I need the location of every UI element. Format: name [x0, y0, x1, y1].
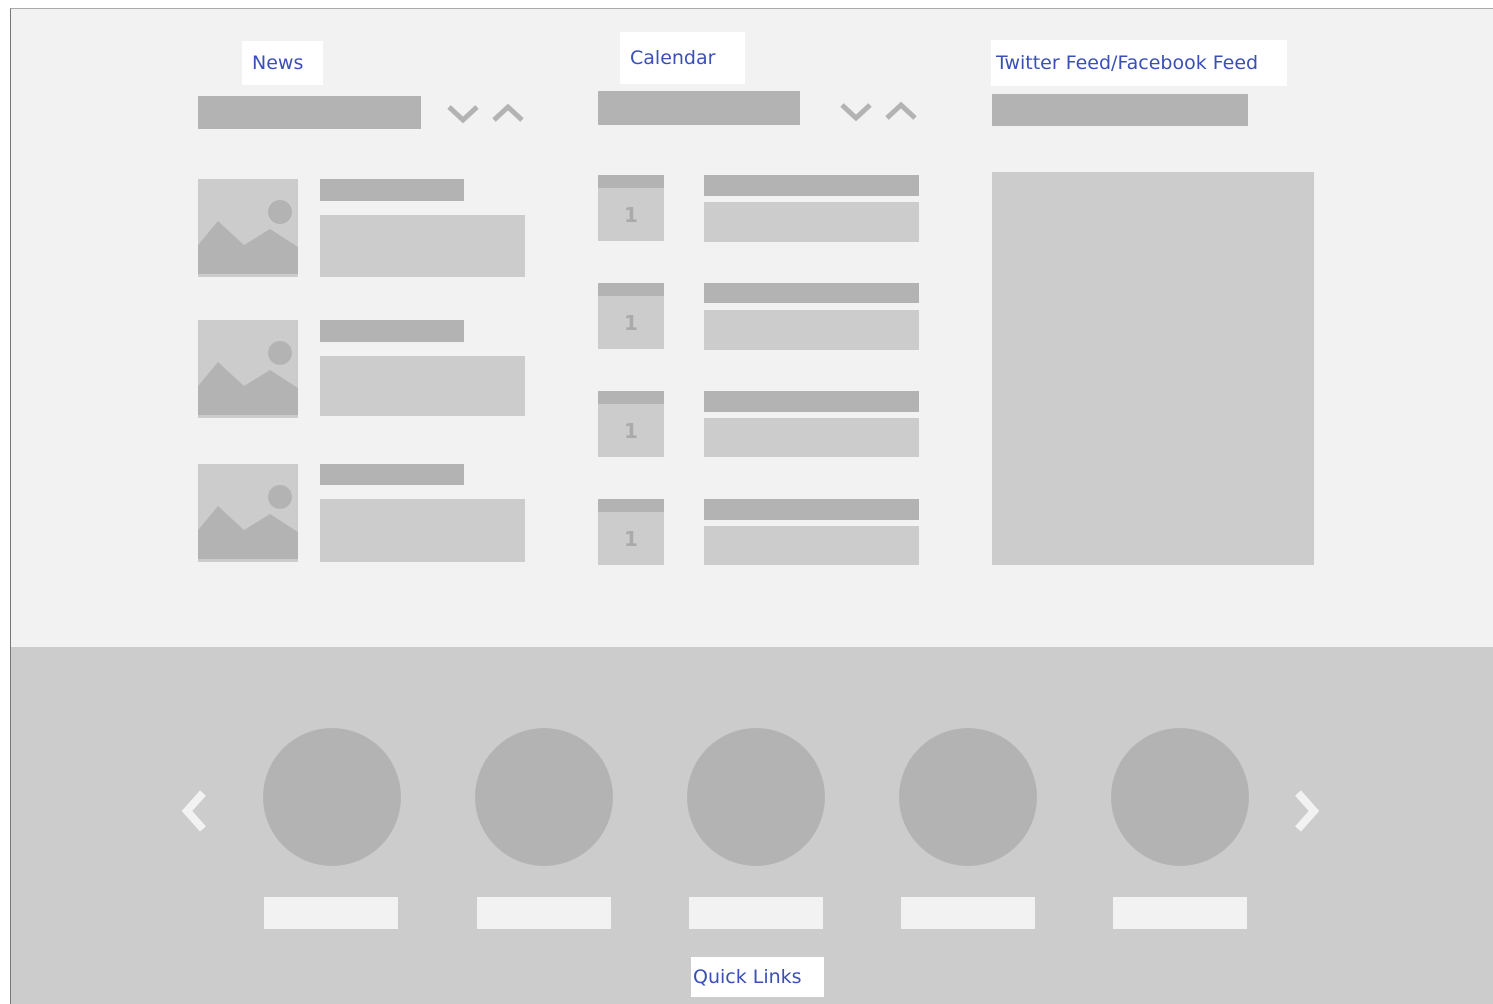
- calendar-day-number: 1: [624, 202, 638, 227]
- calendar-heading: Calendar: [620, 32, 745, 84]
- chevron-up-icon[interactable]: [490, 101, 526, 125]
- calendar-filter-bar[interactable]: [598, 91, 800, 125]
- news-item-summary: [320, 356, 525, 416]
- quick-link-icon[interactable]: [475, 728, 613, 866]
- calendar-day-number: 1: [624, 310, 638, 335]
- news-item-summary: [320, 499, 525, 562]
- image-placeholder-icon: [198, 320, 298, 418]
- event-details: [704, 310, 919, 350]
- social-feed-heading: Twitter Feed/Facebook Feed: [991, 40, 1287, 86]
- quick-link-label[interactable]: [264, 897, 398, 929]
- news-heading: News: [242, 41, 323, 85]
- image-placeholder-icon: [198, 464, 298, 562]
- calendar-day-number: 1: [624, 418, 638, 443]
- news-item-summary: [320, 215, 525, 277]
- quick-links-heading: Quick Links: [691, 957, 824, 997]
- content-area: News Calendar 1 1 1 1 Twitter Feed/Faceb…: [11, 9, 1493, 647]
- quick-link-label[interactable]: [477, 897, 611, 929]
- wireframe-page: News Calendar 1 1 1 1 Twitter Feed/Faceb…: [10, 8, 1493, 1004]
- quick-links-heading-text: Quick Links: [693, 965, 802, 988]
- calendar-icon-header: [598, 499, 664, 512]
- quick-link-icon[interactable]: [263, 728, 401, 866]
- news-filter-bar[interactable]: [198, 96, 421, 129]
- event-title[interactable]: [704, 175, 919, 196]
- calendar-icon-header: [598, 391, 664, 404]
- calendar-icon: 1: [598, 499, 664, 565]
- calendar-day-number: 1: [624, 526, 638, 551]
- social-feed-heading-text: Twitter Feed/Facebook Feed: [996, 51, 1259, 74]
- news-heading-text: News: [252, 51, 304, 74]
- calendar-icon-header: [598, 283, 664, 296]
- social-feed-panel[interactable]: [992, 172, 1314, 565]
- chevron-down-icon[interactable]: [838, 99, 874, 123]
- calendar-icon-header: [598, 175, 664, 188]
- event-title[interactable]: [704, 283, 919, 303]
- quick-link-label[interactable]: [901, 897, 1035, 929]
- chevron-down-icon[interactable]: [445, 101, 481, 125]
- news-item-title[interactable]: [320, 179, 464, 201]
- event-details: [704, 418, 919, 457]
- news-item-title[interactable]: [320, 464, 464, 485]
- quick-link-icon[interactable]: [899, 728, 1037, 866]
- event-details: [704, 202, 919, 242]
- quick-link-icon[interactable]: [687, 728, 825, 866]
- news-item-title[interactable]: [320, 320, 464, 342]
- quick-link-icon[interactable]: [1111, 728, 1249, 866]
- chevron-left-icon[interactable]: [176, 787, 212, 835]
- calendar-heading-text: Calendar: [630, 46, 716, 69]
- calendar-icon: 1: [598, 391, 664, 457]
- social-feed-filter-bar[interactable]: [992, 94, 1248, 126]
- quick-links-section: Quick Links: [11, 647, 1493, 1004]
- event-details: [704, 526, 919, 565]
- chevron-up-icon[interactable]: [883, 99, 919, 123]
- calendar-icon: 1: [598, 175, 664, 241]
- chevron-right-icon[interactable]: [1289, 787, 1325, 835]
- calendar-icon: 1: [598, 283, 664, 349]
- image-placeholder-icon: [198, 179, 298, 277]
- quick-link-label[interactable]: [1113, 897, 1247, 929]
- quick-link-label[interactable]: [689, 897, 823, 929]
- event-title[interactable]: [704, 499, 919, 520]
- event-title[interactable]: [704, 391, 919, 412]
